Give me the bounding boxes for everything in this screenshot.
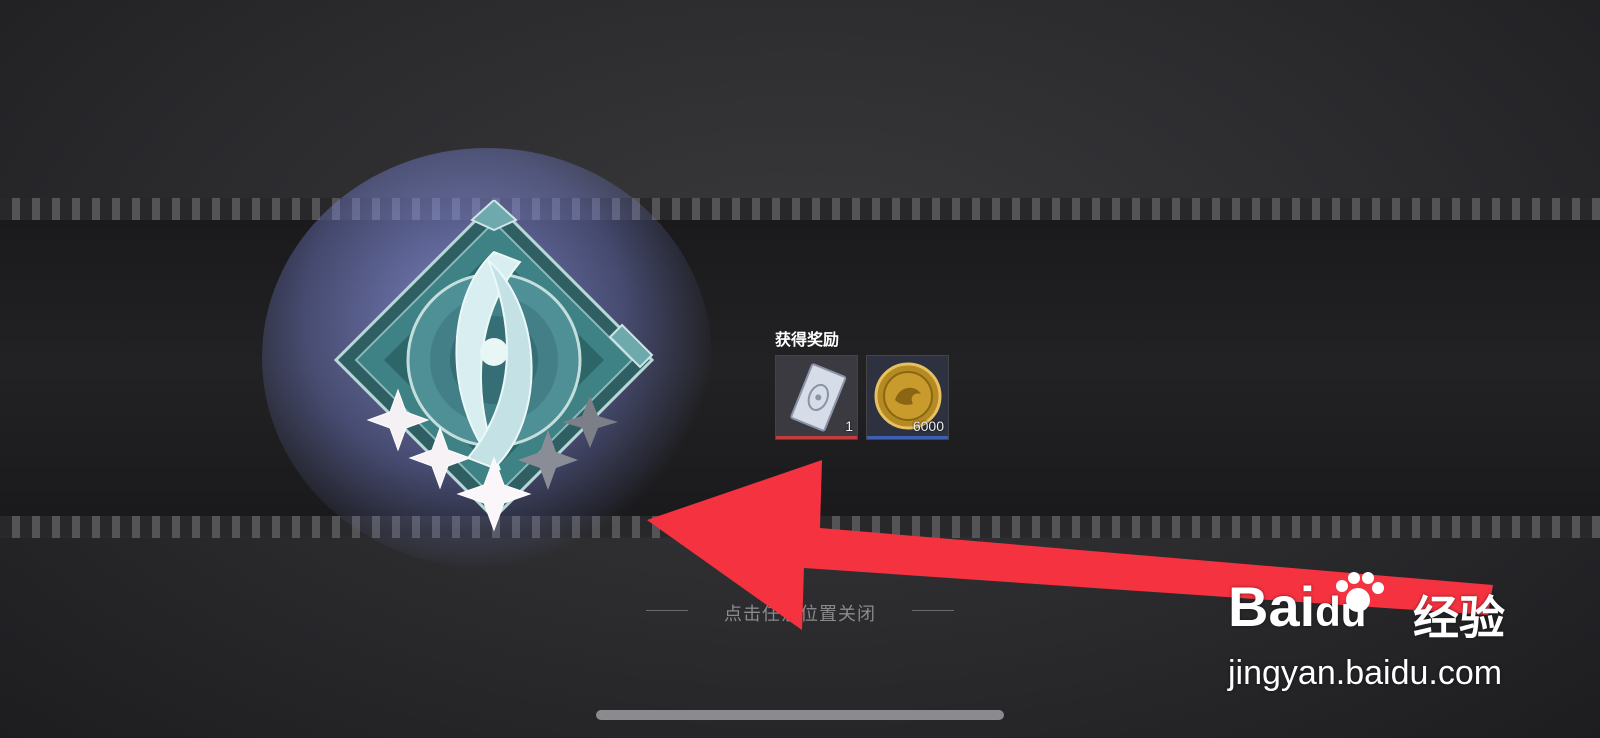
watermark-cn: 经验 — [1413, 592, 1505, 644]
paw-icon — [1336, 572, 1384, 612]
baidu-watermark: Baidu 经验 jingyan.baidu.com — [1228, 568, 1558, 708]
home-indicator-bar[interactable] — [596, 710, 1004, 720]
watermark-url: jingyan.baidu.com — [1228, 654, 1503, 692]
